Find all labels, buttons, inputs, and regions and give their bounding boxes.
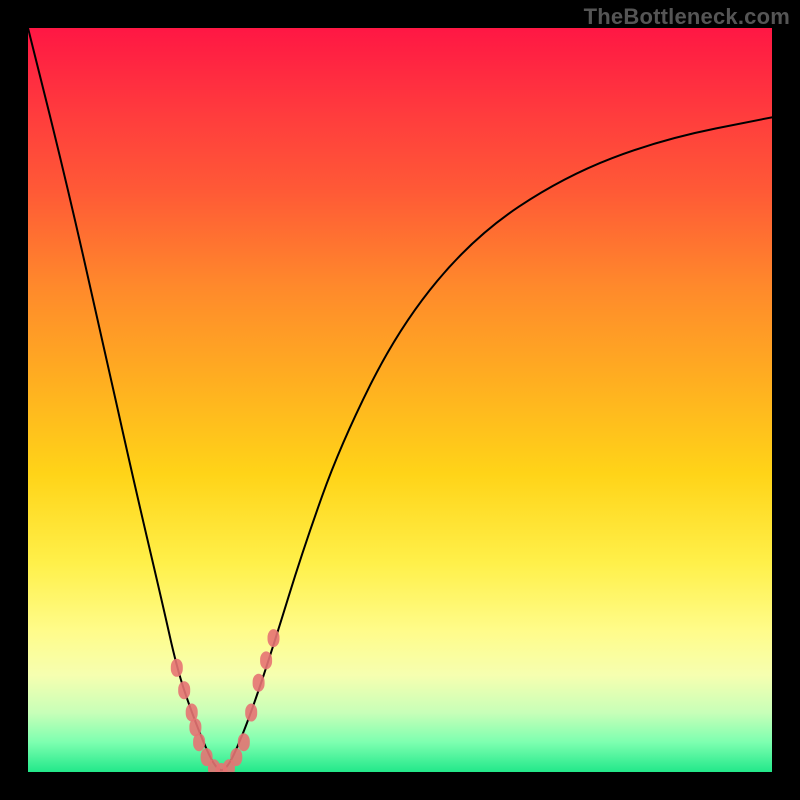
marker-point — [171, 659, 183, 677]
marker-point — [238, 733, 250, 751]
marker-point — [230, 748, 242, 766]
curve-svg — [28, 28, 772, 772]
marker-point — [178, 681, 190, 699]
marker-point — [260, 651, 272, 669]
bottleneck-curve — [28, 28, 772, 770]
chart-frame: TheBottleneck.com — [0, 0, 800, 800]
plot-area — [28, 28, 772, 772]
marker-point — [268, 629, 280, 647]
watermark-text: TheBottleneck.com — [584, 4, 790, 30]
marker-point — [253, 674, 265, 692]
marker-point — [245, 704, 257, 722]
marker-point — [193, 733, 205, 751]
